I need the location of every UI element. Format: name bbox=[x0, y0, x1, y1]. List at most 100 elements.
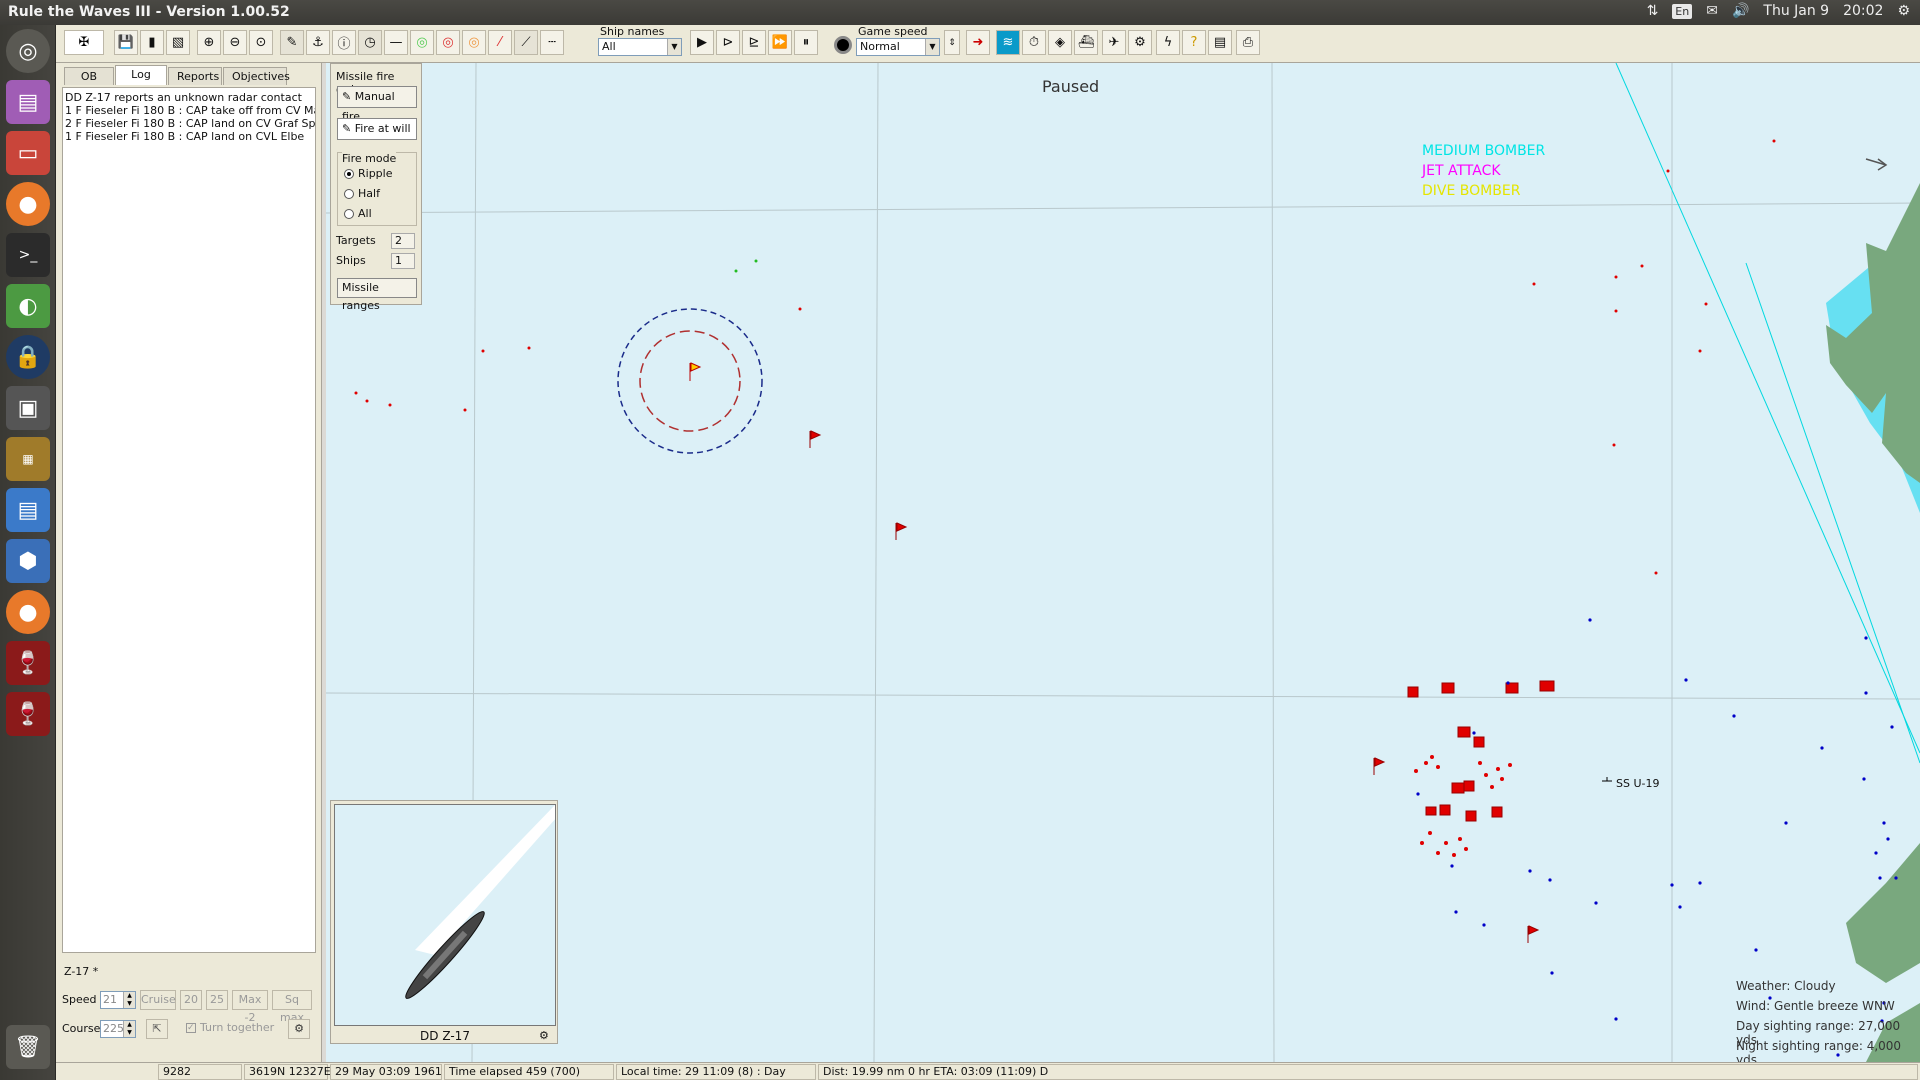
missile-ranges-button[interactable]: Missile ranges bbox=[337, 278, 417, 312]
log-line[interactable]: DD Z-17 reports an unknown radar contact bbox=[65, 91, 313, 104]
record-icon[interactable] bbox=[834, 36, 852, 54]
sea-view-icon[interactable]: ≋ bbox=[996, 30, 1020, 55]
mode-half-radio[interactable]: Half bbox=[344, 187, 380, 200]
speed-updown-icon[interactable]: ⇕ bbox=[944, 30, 960, 55]
volume-icon[interactable]: 🔊 bbox=[1732, 3, 1749, 19]
own-ship-flag[interactable] bbox=[689, 362, 702, 381]
step-icon[interactable]: ⊳ bbox=[716, 30, 740, 55]
fire-at-will-button[interactable]: ✎ Fire at will bbox=[337, 118, 417, 140]
tab-log[interactable]: Log bbox=[115, 65, 167, 85]
zoom-in-icon[interactable]: ⊕ bbox=[197, 30, 221, 55]
exit-door-icon[interactable]: ▮ bbox=[140, 30, 164, 55]
mode-ripple-radio[interactable]: Ripple bbox=[344, 167, 393, 180]
dash-home-icon[interactable]: ◎ bbox=[6, 29, 50, 73]
time-label[interactable]: 20:02 bbox=[1843, 3, 1883, 19]
course-pick-icon[interactable]: ⇱ bbox=[146, 1019, 168, 1039]
workspace-switcher-icon[interactable]: ▤ bbox=[6, 80, 50, 124]
log-list[interactable]: DD Z-17 reports an unknown radar contact… bbox=[62, 87, 316, 953]
help-icon[interactable]: ? bbox=[1182, 30, 1206, 55]
window-icon[interactable]: ▣ bbox=[6, 386, 50, 430]
log-line[interactable]: 1 F Fieseler Fi 180 B : CAP land on CVL … bbox=[65, 130, 313, 143]
cruise-button[interactable]: Cruise bbox=[140, 990, 176, 1010]
wine-alt-icon[interactable]: 🍷 bbox=[6, 692, 50, 736]
zoom-out-icon[interactable]: ⊖ bbox=[223, 30, 247, 55]
file-manager-icon[interactable]: ▭ bbox=[6, 131, 50, 175]
line-icon[interactable]: — bbox=[384, 30, 408, 55]
diamond-icon[interactable]: ◈ bbox=[1048, 30, 1072, 55]
date-label[interactable]: Thu Jan 9 bbox=[1763, 3, 1829, 19]
ship-names-select[interactable]: All ▼ bbox=[598, 38, 682, 56]
max-minus-2-button[interactable]: Max -2 bbox=[232, 990, 268, 1024]
tab-reports[interactable]: Reports bbox=[168, 67, 222, 85]
virtualbox-icon[interactable]: ⬢ bbox=[6, 539, 50, 583]
wind-line: Wind: Gentle breeze WNW bbox=[1736, 999, 1895, 1013]
settings-icon[interactable]: ⚙ bbox=[288, 1019, 310, 1039]
firefox-alt-icon[interactable]: ● bbox=[6, 590, 50, 634]
red-arrow-icon[interactable]: ➜ bbox=[966, 30, 990, 55]
dash-line-icon[interactable]: ┄ bbox=[540, 30, 564, 55]
report-icon[interactable]: ▤ bbox=[1208, 30, 1232, 55]
info-circle-icon[interactable]: ⓘ bbox=[332, 30, 356, 55]
speed-20-button[interactable]: 20 bbox=[180, 990, 202, 1010]
colour-picker-icon[interactable]: ◐ bbox=[6, 284, 50, 328]
keyboard-layout-indicator[interactable]: En bbox=[1672, 3, 1693, 19]
targets-value: 2 bbox=[391, 233, 415, 249]
save-icon[interactable]: 💾 bbox=[114, 30, 138, 55]
turn-together-checkbox[interactable]: ✓ Turn together bbox=[186, 1021, 274, 1034]
network-icon[interactable]: ⇅ bbox=[1647, 3, 1659, 19]
game-speed-select[interactable]: Normal ▼ bbox=[856, 38, 940, 56]
wine-icon[interactable]: 🍷 bbox=[6, 641, 50, 685]
weather-line: Weather: Cloudy bbox=[1736, 979, 1836, 993]
log-line[interactable]: 1 F Fieseler Fi 180 B : CAP take off fro… bbox=[65, 104, 315, 117]
faster-icon[interactable]: ⏩ bbox=[768, 30, 792, 55]
coastline-south bbox=[1846, 843, 1920, 983]
stopwatch-icon[interactable]: ⏱ bbox=[1022, 30, 1046, 55]
pause-icon[interactable]: ⏸ bbox=[794, 30, 818, 55]
print-icon[interactable]: ⎙ bbox=[1236, 30, 1260, 55]
squadron-max-button[interactable]: Sq max bbox=[272, 990, 312, 1024]
document-editor-icon[interactable]: ▤ bbox=[6, 488, 50, 532]
status-count: 9282 bbox=[158, 1064, 242, 1080]
enemy-contacts bbox=[354, 139, 1776, 857]
left-panel: OB Log Reports Objectives DD Z-17 report… bbox=[56, 63, 322, 1062]
speed-25-button[interactable]: 25 bbox=[206, 990, 228, 1010]
game-toolbar: ✠ 💾 ▮ ▧ ⊕ ⊖ ⊙ ✎ ⚓ ⓘ ◷ — ◎ ◎ ◎ ⁄ ⟋ ┄ Ship… bbox=[56, 25, 1920, 63]
aircraft-settings-icon[interactable]: ⚙ bbox=[1128, 30, 1152, 55]
red-circle-icon[interactable]: ◎ bbox=[436, 30, 460, 55]
dosbox-icon[interactable]: ▦ bbox=[6, 437, 50, 481]
zoom-reset-icon[interactable]: ⊙ bbox=[249, 30, 273, 55]
play-icon[interactable]: ▶ bbox=[690, 30, 714, 55]
settings-icon[interactable]: ⚙ bbox=[539, 1029, 553, 1043]
measure-icon[interactable]: ⟋ bbox=[514, 30, 538, 55]
green-circle-icon[interactable]: ◎ bbox=[410, 30, 434, 55]
mail-icon[interactable]: ✉ bbox=[1706, 3, 1718, 19]
system-gear-icon[interactable]: ⚙ bbox=[1897, 3, 1910, 19]
course-stepper[interactable]: 225 ▲ ▼ bbox=[100, 1020, 136, 1038]
log-line[interactable]: 2 F Fieseler Fi 180 B : CAP land on CV G… bbox=[65, 117, 315, 130]
firefox-icon[interactable]: ● bbox=[6, 182, 50, 226]
speed-stepper[interactable]: 21 ▲ ▼ bbox=[100, 991, 136, 1009]
pencil-icon[interactable]: ✎ bbox=[280, 30, 304, 55]
fast-icon[interactable]: ⊵ bbox=[742, 30, 766, 55]
mode-all-radio[interactable]: All bbox=[344, 207, 372, 220]
tactical-map[interactable]: Paused MEDIUM BOMBER JET ATTACK DIVE BOM… bbox=[326, 63, 1920, 1062]
aircraft-icon[interactable]: ✈ bbox=[1102, 30, 1126, 55]
legend-jet-attack: JET ATTACK bbox=[1422, 163, 1501, 179]
red-line-icon[interactable]: ⁄ bbox=[488, 30, 512, 55]
orange-circle-icon[interactable]: ◎ bbox=[462, 30, 486, 55]
nation-flag-icon[interactable]: ✠ bbox=[64, 30, 104, 55]
options-icon[interactable]: ▧ bbox=[166, 30, 190, 55]
enemy-flags[interactable] bbox=[809, 430, 1555, 943]
status-distance: Dist: 19.99 nm 0 hr ETA: 03:09 (11:09) D bbox=[818, 1064, 1918, 1080]
lightning-icon[interactable]: ϟ bbox=[1156, 30, 1180, 55]
tab-objectives[interactable]: Objectives bbox=[223, 67, 290, 85]
lock-icon[interactable]: 🔒 bbox=[6, 335, 50, 379]
terminal-icon[interactable]: >_ bbox=[6, 233, 50, 277]
ship-label-u19[interactable]: SS U-19 bbox=[1616, 777, 1659, 790]
clock-icon[interactable]: ◷ bbox=[358, 30, 382, 55]
tab-ob[interactable]: OB bbox=[64, 67, 114, 85]
manual-fire-button[interactable]: ✎ Manual fire bbox=[337, 86, 417, 123]
anchor-icon[interactable]: ⚓ bbox=[306, 30, 330, 55]
ship-icon[interactable]: ⛴ bbox=[1074, 30, 1098, 55]
trash-icon[interactable]: 🗑 bbox=[6, 1025, 50, 1069]
